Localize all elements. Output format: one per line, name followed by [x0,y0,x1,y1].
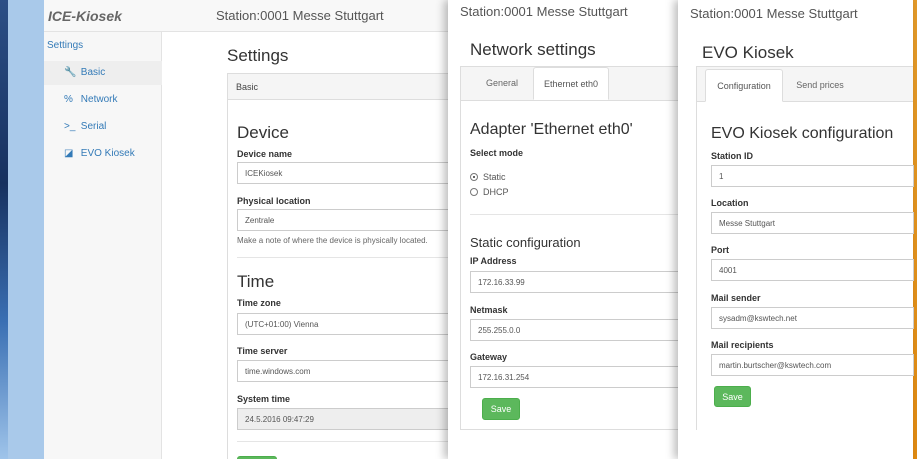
port-input[interactable]: 4001 [711,259,914,281]
sidebar-item-network[interactable]: % Network [64,94,117,105]
divider [237,441,465,442]
evo-config-heading: EVO Kiosek configuration [711,125,894,142]
radio-unchecked-icon [470,188,478,196]
evo-kiosek-window: Station:0001 Messe Stuttgart EVO Kiosek … [678,0,914,459]
basic-panel: Basic Device Device name ICEKiosek Physi… [227,73,465,459]
window-edge-strip [8,0,44,459]
station-id-input[interactable]: 1 [711,165,914,187]
tab-configuration[interactable]: Configuration [705,69,783,102]
radio-checked-icon [470,173,478,181]
page-title: Network settings [470,40,596,59]
device-name-input[interactable]: ICEKiosek [237,162,465,184]
location-label: Location [711,198,749,208]
radio-static[interactable]: Static [470,172,506,182]
location-input[interactable]: Messe Stuttgart [711,212,914,234]
divider [237,257,465,258]
radio-dhcp[interactable]: DHCP [470,187,509,197]
station-title: Station:0001 Messe Stuttgart [690,6,858,21]
mail-sender-label: Mail sender [711,293,761,303]
gateway-input[interactable]: 172.16.31.254 [470,366,679,388]
ip-address-input[interactable]: 172.16.33.99 [470,271,679,293]
netmask-label: Netmask [470,305,508,315]
brand-logo[interactable]: ICE-Kiosek [48,8,122,24]
select-mode-label: Select mode [470,148,524,158]
device-heading: Device [237,123,289,142]
network-tabs: General Ethernet eth0 [461,67,678,101]
tab-ethernet-eth0[interactable]: Ethernet eth0 [533,67,609,100]
gateway-label: Gateway [470,352,508,362]
settings-window: ICE-Kiosek Station:0001 Messe Stuttgart … [44,0,465,459]
physical-location-input[interactable]: Zentrale [237,209,465,231]
page-title: EVO Kiosek [702,43,794,62]
adapter-heading: Adapter 'Ethernet eth0' [470,121,633,138]
station-title: Station:0001 Messe Stuttgart [216,8,384,23]
time-server-input[interactable]: time.windows.com [237,360,465,382]
sidebar-header-settings[interactable]: Settings [47,40,83,51]
sidebar-item-label: EVO Kiosek [80,148,135,159]
radio-label: DHCP [483,187,509,197]
station-id-label: Station ID [711,151,753,161]
mail-sender-input[interactable]: sysadm@kswtech.net [711,307,914,329]
tab-send-prices[interactable]: Send prices [787,69,853,101]
device-name-label: Device name [237,149,293,159]
sidebar-item-serial[interactable]: >_ Serial [64,121,106,132]
sidebar-item-label: Serial [80,121,107,132]
sidebar: Settings 🔧 Basic % Network >_ Serial ◪ E… [44,32,162,459]
radio-label: Static [483,172,506,182]
time-zone-label: Time zone [237,298,281,308]
sidebar-item-evo-kiosek[interactable]: ◪ EVO Kiosek [64,148,135,159]
desktop-background-left [0,0,8,459]
mail-recipients-label: Mail recipients [711,340,774,350]
port-label: Port [711,245,729,255]
wrench-icon: 🔧 [64,67,77,78]
station-title: Station:0001 Messe Stuttgart [460,4,628,19]
divider [470,214,679,215]
static-config-heading: Static configuration [470,235,581,250]
time-server-label: Time server [237,346,288,356]
physical-location-label: Physical location [237,196,311,206]
panel-heading: Basic [228,74,463,100]
tab-general[interactable]: General [473,67,531,99]
sidebar-item-label: Network [80,94,118,105]
netmask-input[interactable]: 255.255.0.0 [470,319,679,341]
page-title: Settings [227,46,289,65]
sidebar-item-basic[interactable]: 🔧 Basic [44,61,162,85]
network-icon: % [64,94,73,105]
save-button[interactable]: Save [714,386,751,407]
evo-panel: Configuration Send prices EVO Kiosek con… [696,66,914,430]
location-help-text: Make a note of where the device is physi… [237,236,428,245]
mail-recipients-input[interactable]: martin.burtscher@kswtech.com [711,354,914,376]
navbar: ICE-Kiosek Station:0001 Messe Stuttgart [44,0,464,32]
evo-tabs: Configuration Send prices [697,67,913,102]
time-heading: Time [237,272,275,291]
ip-address-label: IP Address [470,256,517,266]
time-zone-select[interactable]: (UTC+01:00) Vienna [237,313,465,335]
system-time-label: System time [237,394,291,404]
edit-icon: ◪ [64,148,74,159]
system-time-field: 24.5.2016 09:47:29 [237,408,465,430]
terminal-icon: >_ [64,121,76,132]
save-button[interactable]: Save [482,398,520,420]
network-panel: General Ethernet eth0 Adapter 'Ethernet … [460,66,679,430]
sidebar-item-label: Basic [80,67,106,78]
network-settings-window: Station:0001 Messe Stuttgart Network set… [448,0,679,459]
